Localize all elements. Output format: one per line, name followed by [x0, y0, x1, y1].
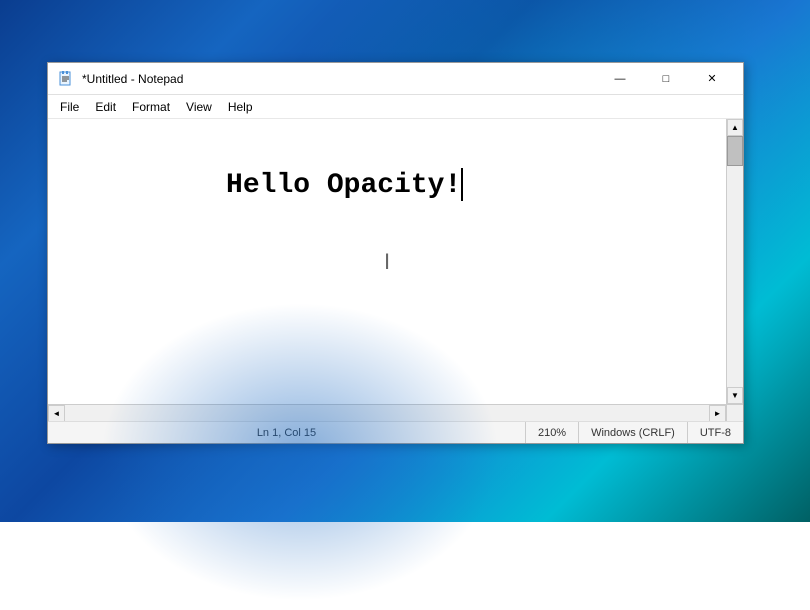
editor-area[interactable]: Hello Opacity! I	[48, 119, 726, 404]
horizontal-scrollbar: ◄ ►	[48, 404, 743, 421]
notepad-window: *Untitled - Notepad — □ ✕ File Edit Form…	[47, 62, 744, 444]
menu-file[interactable]: File	[52, 98, 87, 116]
scroll-track-vertical[interactable]	[727, 136, 743, 387]
title-bar-left: *Untitled - Notepad	[58, 71, 183, 87]
menu-help[interactable]: Help	[220, 98, 261, 116]
editor-text: Hello Opacity!	[58, 127, 716, 245]
scroll-down-button[interactable]: ▼	[727, 387, 743, 404]
i-beam-cursor: I	[384, 249, 390, 275]
status-bar: Ln 1, Col 15 210% Windows (CRLF) UTF-8	[48, 421, 743, 443]
scroll-track-horizontal[interactable]	[65, 405, 709, 421]
window-title: *Untitled - Notepad	[82, 72, 183, 86]
status-line-ending: Windows (CRLF)	[579, 422, 688, 443]
editor-container: Hello Opacity! I ▲ ▼	[48, 119, 743, 404]
minimize-button[interactable]: —	[597, 63, 643, 95]
menu-bar: File Edit Format View Help	[48, 95, 743, 119]
scrollbar-corner	[726, 405, 743, 422]
vertical-scrollbar: ▲ ▼	[726, 119, 743, 404]
scroll-left-button[interactable]: ◄	[48, 405, 65, 422]
close-button[interactable]: ✕	[689, 63, 735, 95]
title-bar: *Untitled - Notepad — □ ✕	[48, 63, 743, 95]
text-cursor	[461, 168, 463, 202]
status-encoding: UTF-8	[688, 422, 743, 443]
window-controls: — □ ✕	[597, 63, 735, 95]
status-position: Ln 1, Col 15	[48, 422, 526, 443]
scroll-thumb-vertical[interactable]	[727, 136, 743, 166]
notepad-icon	[58, 71, 74, 87]
status-zoom: 210%	[526, 422, 579, 443]
scroll-right-button[interactable]: ►	[709, 405, 726, 422]
maximize-button[interactable]: □	[643, 63, 689, 95]
desktop: *Untitled - Notepad — □ ✕ File Edit Form…	[0, 0, 810, 522]
menu-edit[interactable]: Edit	[87, 98, 124, 116]
menu-format[interactable]: Format	[124, 98, 178, 116]
scroll-up-button[interactable]: ▲	[727, 119, 743, 136]
menu-view[interactable]: View	[178, 98, 220, 116]
